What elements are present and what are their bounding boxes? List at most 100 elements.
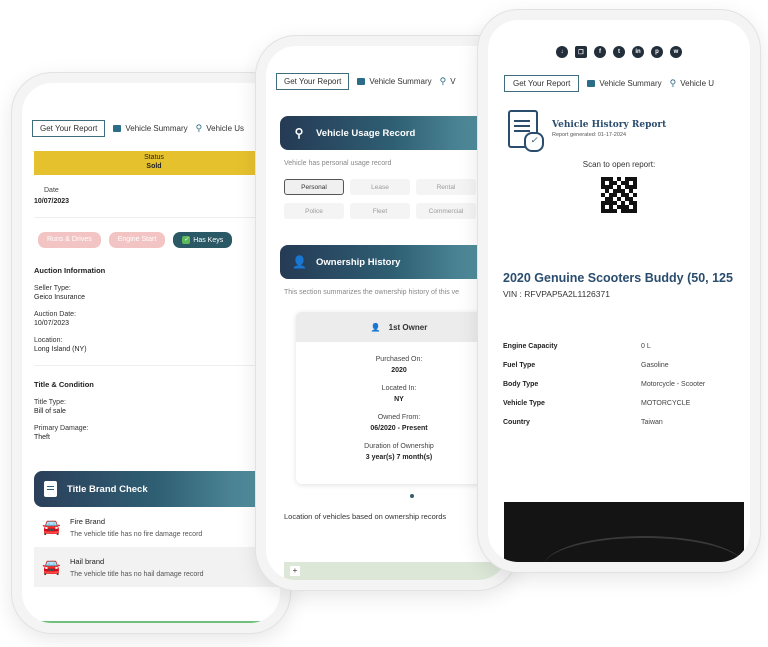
car-fire-icon: 🚘 [42, 519, 61, 536]
vehicle-summary-label: Vehicle Summary [599, 78, 662, 88]
brand-title: Hail brand [70, 556, 105, 566]
ownership-note: This section summarizes the ownership hi… [284, 289, 460, 296]
vehicle-summary-label: Vehicle Summary [125, 123, 188, 133]
copy-icon[interactable]: ❐ [575, 46, 587, 58]
vehicle-usage-link[interactable]: ⚲ Vehicle U [670, 78, 714, 89]
brand-row-hail: 🚘 Hail brand The vehicle title has no ha… [34, 547, 280, 587]
report-generated-date: Report generated: 01-17-2024 [552, 132, 626, 138]
phone-screen-left: Get Your Report Vehicle Summary ⚲ Vehicle… [22, 83, 280, 623]
spec-table: Engine Capacity 0 L Fuel Type Gasoline Bod… [503, 337, 750, 432]
vehicle-usage-label: Vehicle Us [206, 123, 245, 133]
pinterest-icon[interactable]: p [651, 46, 663, 58]
carousel-dot[interactable] [410, 494, 414, 498]
spec-key: Body Type [503, 381, 539, 388]
vehicle-summary-link[interactable]: Vehicle Summary [587, 78, 662, 88]
primary-damage-value: Theft [34, 434, 50, 441]
brand-desc: The vehicle title has no hail damage rec… [70, 570, 204, 578]
spec-value: Taiwan [641, 419, 663, 426]
title-brand-check-header: Title Brand Check [34, 471, 280, 507]
vehicle-summary-link[interactable]: Vehicle Summary [113, 123, 188, 133]
document-icon [44, 481, 57, 497]
phone-screen-middle: Get Your Report Vehicle Summary ⚲ V ⚲ Veh… [266, 46, 508, 580]
owned-from-label: Owned From: [377, 414, 421, 421]
usage-fleet[interactable]: Fleet [350, 203, 410, 219]
title-condition-heading: Title & Condition [34, 380, 94, 389]
usage-rental[interactable]: Rental [416, 179, 476, 195]
twitter-icon[interactable]: t [613, 46, 625, 58]
spec-row: Vehicle Type MOTORCYCLE [503, 394, 750, 413]
facebook-icon[interactable]: f [594, 46, 606, 58]
steering-wheel-icon: ⚲ [195, 122, 203, 133]
whatsapp-icon[interactable]: w [670, 46, 682, 58]
divider [34, 365, 274, 366]
vehicle-usage-label: V [450, 76, 456, 86]
map-preview[interactable]: + [284, 562, 508, 580]
cloud-download-icon[interactable]: ↓ [556, 46, 568, 58]
spec-row: Body Type Motorcycle - Scooter [503, 375, 750, 394]
location-value: Long Island (NY) [34, 346, 87, 353]
spec-row: Engine Capacity 0 L [503, 337, 750, 356]
steering-wheel-icon: ⚲ [439, 75, 447, 86]
qr-code[interactable] [601, 177, 637, 213]
get-report-button[interactable]: Get Your Report [32, 119, 106, 137]
scan-prompt: Scan to open report: [582, 160, 656, 169]
usage-note: Vehicle has personal usage record [284, 160, 392, 167]
usage-personal[interactable]: Personal [284, 179, 344, 195]
phone-mockup-left: Get Your Report Vehicle Summary ⚲ Vehicle… [12, 73, 290, 633]
vehicle-title: 2020 Genuine Scooters Buddy (50, 125 [503, 271, 733, 285]
person-icon: 👤 [370, 322, 381, 332]
vehicle-usage-link[interactable]: ⚲ V [440, 76, 456, 87]
person-icon: 👤 [292, 255, 307, 269]
has-keys-label: Has Keys [193, 236, 224, 244]
auction-date-value: 10/07/2023 [34, 320, 70, 327]
auction-date-label: Auction Date: [34, 311, 77, 318]
summary-icon [113, 124, 122, 132]
has-keys-badge: ✓ Has Keys [173, 232, 233, 248]
seller-type-label: Seller Type: [34, 285, 71, 292]
spec-row: Country Taiwan [503, 413, 750, 432]
located-value: NY [394, 396, 404, 403]
zoom-in-button[interactable]: + [290, 566, 300, 576]
usage-commercial[interactable]: Commercial [416, 203, 476, 219]
spec-value: 0 L [641, 343, 651, 350]
spec-key: Fuel Type [503, 362, 536, 369]
owner-title: 1st Owner [388, 322, 428, 332]
owner-card-body: Purchased On: 2020 Located In: NY Owned … [296, 342, 502, 461]
date-label: Date [44, 187, 59, 194]
usage-record-header: ⚲ Vehicle Usage Record [280, 116, 508, 150]
seller-type-value: Geico Insurance [34, 294, 85, 301]
linkedin-icon[interactable]: in [632, 46, 644, 58]
vehicle-usage-link[interactable]: ⚲ Vehicle Us [196, 123, 244, 134]
title-type-value: Bill of sale [34, 408, 66, 415]
usage-police[interactable]: Police [284, 203, 344, 219]
date-value: 10/07/2023 [34, 198, 70, 205]
status-banner: Status Sold [34, 151, 274, 175]
primary-damage-label: Primary Damage: [34, 425, 89, 432]
report-title: Vehicle History Report [552, 120, 667, 130]
brand-title: Fire Brand [70, 516, 106, 526]
vehicle-summary-link[interactable]: Vehicle Summary [357, 77, 432, 86]
usage-lease[interactable]: Lease [350, 179, 410, 195]
purchased-label: Purchased On: [375, 356, 423, 363]
condition-pills: Runs & Drives Engine Start ✓ Has Keys [38, 232, 280, 248]
summary-icon [357, 77, 366, 85]
check-icon: ✓ [182, 236, 191, 244]
phone-mockup-right: ↓ ❐ f t in p w Get Your Report Vehicle S… [478, 10, 760, 572]
title-brand-check-title: Title Brand Check [67, 483, 148, 495]
title-type-label: Title Type: [34, 399, 66, 406]
runs-drives-badge: Runs & Drives [38, 232, 101, 248]
top-nav: Get Your Report Vehicle Summary ⚲ Vehicle… [488, 72, 750, 94]
report-header: Vehicle History Report Report generated:… [508, 110, 750, 152]
spec-key: Vehicle Type [503, 400, 545, 407]
usage-record-title: Vehicle Usage Record [316, 127, 416, 139]
engine-start-badge: Engine Start [108, 232, 166, 248]
get-report-button[interactable]: Get Your Report [276, 72, 350, 90]
accent-line [22, 621, 280, 623]
phone-screen-right: ↓ ❐ f t in p w Get Your Report Vehicle S… [488, 20, 750, 562]
ownership-history-header: 👤 Ownership History [280, 245, 508, 279]
divider [34, 217, 274, 218]
steering-wheel-icon: ⚲ [669, 77, 677, 88]
get-report-button[interactable]: Get Your Report [504, 74, 580, 92]
auction-info-heading: Auction Information [34, 266, 106, 275]
top-nav: Get Your Report Vehicle Summary ⚲ Vehicle… [22, 117, 280, 139]
